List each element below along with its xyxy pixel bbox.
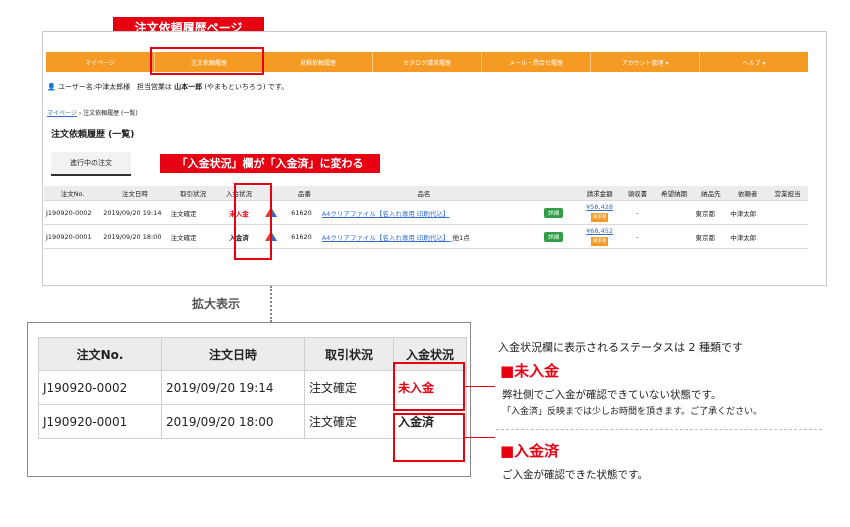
requester: 中津太郎 [728,200,768,225]
order-date: 2019/09/20 19:14 [101,200,169,225]
table-header: 納品先 [693,186,729,201]
zoom-header: 取引状況 [304,337,394,371]
unpaid-note: 「入金済」反映までは少しお時間を頂きます。ご了承ください。 [502,407,763,417]
explain-intro: 入金状況欄に表示されるステータスは 2 種類です [498,341,743,354]
nav-item-0[interactable]: マイページ [46,52,155,72]
part-no: 61620 [289,224,320,249]
zoom-connector [270,286,274,322]
amount-link[interactable]: ¥58,428 [586,203,613,211]
breadcrumb: マイページ › 注文依頼履歴 (一覧) [47,108,138,117]
tab-in-progress-label: 進行中の注文 [70,159,112,167]
requester: 中津太郎 [728,224,768,249]
zoom-cell: 2019/09/20 18:00 [161,404,305,439]
table-header: 品名 [319,186,529,201]
invoice-badge[interactable]: 請求書 [590,237,609,246]
highlight-payment-column [234,183,272,260]
delivery-to: 東京都 [693,200,729,225]
table-header: 希望納期 [654,186,694,201]
nav-item-6[interactable]: ヘルプ ▾ [700,52,808,72]
table-header: 注文No. [44,186,102,201]
rep-prefix: 担当営業は [136,83,172,91]
sales-rep [767,224,808,249]
zoom-cell: J190920-0001 [38,404,162,439]
part-no: 61620 [289,200,320,225]
nav-item-4[interactable]: メール・問合せ履歴 [482,52,591,72]
payment-change-callout: 「入金状況」欄が「入金済」に変わる [160,154,380,173]
rep-suffix: (やまもといちろう) です。 [204,83,289,91]
receipt: - [620,224,655,249]
table-header: 取引状況 [168,186,218,201]
order-no: J190920-0002 [44,200,102,225]
trade-status: 注文確定 [168,200,218,225]
nav-item-2[interactable]: 見積依頼履歴 [264,52,373,72]
detail-button[interactable]: 詳細 [544,207,564,218]
tab-in-progress[interactable]: 進行中の注文 [51,152,131,176]
amount-link[interactable]: ¥68,452 [586,227,613,235]
zoom-cell: 注文確定 [304,370,394,405]
table-header: 注文日時 [101,186,169,201]
product-link[interactable]: A4クリアファイル【名入れ専用 印刷代込】 [322,210,450,218]
sales-rep [767,200,808,225]
product-name-cell: A4クリアファイル【名入れ専用 印刷代込】_他1点 [319,224,529,249]
order-no: J190920-0001 [44,224,102,249]
table-header: 領収書 [620,186,655,201]
receipt: - [620,200,655,225]
product-extra: _他1点 [449,233,470,242]
highlight-order-history-tab [150,47,264,75]
zoom-cell: 2019/09/20 19:14 [161,370,305,405]
user-icon: 👤 [47,83,56,91]
order-date: 2019/09/20 18:00 [101,224,169,249]
page-title: 注文依頼履歴 (一覧) [51,130,135,140]
product-name-cell: A4クリアファイル【名入れ専用 印刷代込】 [319,200,529,225]
table-row: J190920-0001 2019/09/20 18:00 注文確定 入金済 61620… [44,224,808,249]
table-header: 依頼者 [728,186,768,201]
unpaid-desc: 弊社側でご入金が確認できていない状態です。 [502,389,722,401]
table-header: 営業担当 [767,186,808,201]
connector-unpaid [465,386,495,387]
breadcrumb-separator: › [78,110,82,117]
highlight-unpaid-cell [393,362,465,411]
unpaid-title: ■未入金 [500,362,560,380]
invoice-badge[interactable]: 請求書 [590,213,609,222]
table-header: 品番 [289,186,320,201]
nav-item-5[interactable]: アカウント管理 ▾ [591,52,700,72]
nav-item-3[interactable]: カタログ請求履歴 [373,52,482,72]
zoom-label: 拡大表示 [192,297,241,311]
breadcrumb-current: 注文依頼履歴 (一覧) [83,110,138,117]
desired-delivery [654,224,694,249]
table-header: 請求金額 [579,186,620,201]
delivery-to: 東京都 [693,224,729,249]
paid-title: ■入金済 [500,442,560,460]
product-link[interactable]: A4クリアファイル【名入れ専用 印刷代込】 [322,234,450,242]
zoom-cell: 注文確定 [304,404,394,439]
breadcrumb-home-link[interactable]: マイページ [47,110,77,117]
table-row: J190920-0002 2019/09/20 19:14 注文確定 未入金 61620… [44,200,808,225]
zoom-header: 注文No. [38,337,162,371]
table-header [528,186,580,201]
user-line: 👤 ユーザー名:中津太郎様 担当営業は 山本一郎 (やまもといちろう) です。 [47,82,288,92]
user-name: ユーザー名:中津太郎様 [57,83,131,91]
zoom-cell: J190920-0002 [38,370,162,405]
detail-button[interactable]: 詳細 [544,231,564,242]
trade-status: 注文確定 [168,224,218,249]
highlight-paid-cell [393,413,465,462]
paid-desc: ご入金が確認できた状態です。 [502,469,648,481]
order-table: 注文No. 注文日時 取引状況 入金状況 品番 品名 請求金額 領収書 希望納期 納品先 依頼者 営業… [44,186,808,249]
desired-delivery [654,200,694,225]
zoom-header: 注文日時 [161,337,305,371]
connector-paid [465,437,495,438]
rep-name: 山本一郎 [174,83,203,91]
explain-divider [496,429,822,430]
